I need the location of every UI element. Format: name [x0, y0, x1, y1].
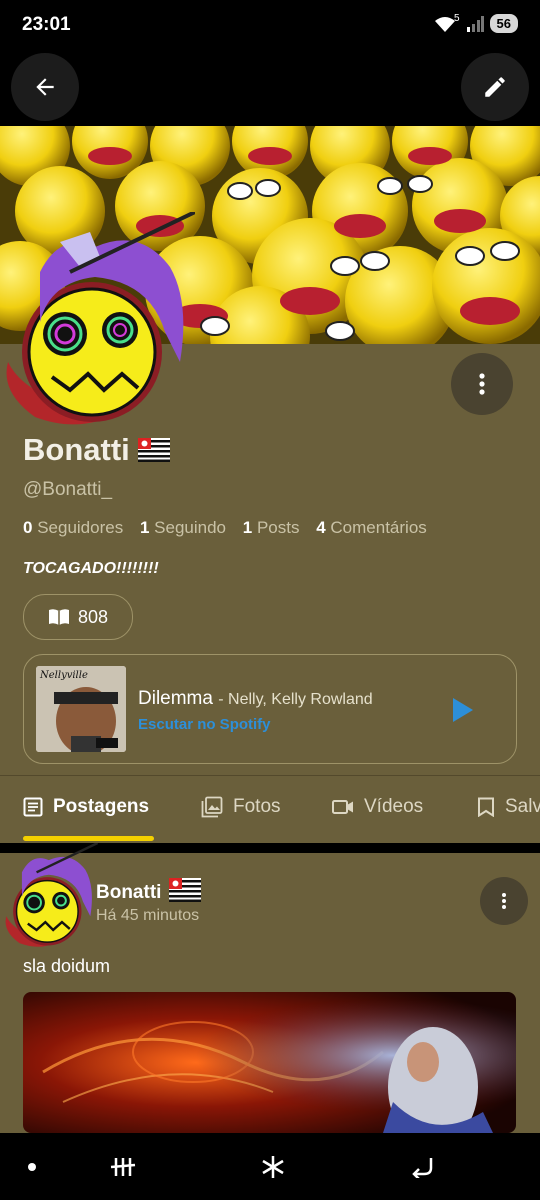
song-title: Dilemma	[138, 688, 213, 709]
reading-count-pill[interactable]: 808	[23, 594, 133, 640]
song-artist: - Nelly, Kelly Rowland	[218, 691, 373, 708]
profile-handle: @Bonatti_	[23, 479, 113, 500]
tab-posts-label: Postagens	[53, 796, 150, 817]
post-text: sla doidum	[23, 956, 111, 976]
active-tab-indicator	[23, 836, 154, 841]
post-author-name-text: Bonatti	[96, 882, 162, 904]
wifi-icon	[434, 16, 455, 32]
post-image	[23, 992, 516, 1133]
nav-home-button[interactable]	[12, 1133, 52, 1200]
nav-assistant-button[interactable]	[250, 1133, 296, 1200]
post-author-avatar[interactable]	[0, 841, 100, 948]
back-button[interactable]	[11, 53, 79, 121]
following-stat[interactable]: 1 Seguindo	[140, 518, 226, 537]
profile-more-button[interactable]	[451, 353, 513, 415]
profile-avatar[interactable]	[0, 210, 196, 427]
signal-icon	[466, 15, 484, 32]
bookmark-icon	[478, 797, 494, 817]
profile-stats: 0 Seguidores 1 Seguindo 1 Posts 4 Coment…	[23, 518, 439, 538]
album-title: Nellyville	[40, 670, 88, 681]
tab-videos[interactable]: Vídeos	[332, 796, 423, 818]
followers-stat[interactable]: 0 Seguidores	[23, 518, 123, 537]
tab-photos[interactable]: Fotos	[201, 796, 281, 818]
battery-indicator: 56	[489, 14, 518, 33]
tab-photos-label: Fotos	[233, 796, 281, 817]
profile-bio: TOCAGADO!!!!!!!!	[23, 560, 159, 577]
listen-on-spotify-link[interactable]: Escutar no Spotify	[138, 716, 271, 733]
back-arrow-icon	[412, 1157, 433, 1178]
sao-paulo-flag-icon	[169, 878, 202, 908]
more-vertical-icon	[479, 373, 485, 395]
profile-name: Bonatti	[23, 432, 170, 470]
status-time: 23:01	[22, 14, 71, 35]
video-icon	[332, 800, 353, 814]
edit-button[interactable]	[461, 53, 529, 121]
dot-icon	[28, 1162, 36, 1171]
top-bar	[0, 48, 540, 126]
more-vertical-icon	[502, 893, 506, 909]
article-icon	[23, 797, 43, 817]
network-indicator: 5	[453, 13, 460, 24]
song-info: Dilemma - Nelly, Kelly Rowland	[138, 688, 373, 710]
system-nav-bar	[0, 1133, 540, 1200]
book-open-icon	[48, 609, 69, 625]
play-icon[interactable]	[451, 697, 475, 723]
posts-stat[interactable]: 1 Posts	[243, 518, 300, 537]
image-icon	[201, 796, 223, 818]
avatar-image	[6, 210, 196, 425]
post-more-button[interactable]	[480, 877, 528, 925]
tab-saved[interactable]: Salvos	[477, 796, 540, 818]
profile-name-text: Bonatti	[23, 432, 130, 467]
spotify-card[interactable]: Nellyville Dilemma - Nelly, Kelly Rowlan…	[23, 654, 517, 764]
tab-saved-label: Salvos	[505, 796, 540, 817]
nav-recents-button[interactable]	[100, 1133, 146, 1200]
recents-icon	[110, 1157, 136, 1176]
status-bar: 23:01 5 56	[0, 0, 540, 48]
album-cover: Nellyville	[36, 666, 126, 752]
tab-posts[interactable]: Postagens	[23, 796, 149, 818]
post-author-name[interactable]: Bonatti	[96, 878, 202, 908]
nav-back-button[interactable]	[400, 1133, 446, 1200]
comments-stat[interactable]: 4 Comentários	[316, 518, 427, 537]
post-media[interactable]	[23, 992, 516, 1133]
arrow-left-icon	[36, 78, 54, 96]
sao-paulo-flag-icon	[137, 434, 170, 470]
status-icons: 5 56	[434, 13, 518, 33]
pencil-icon	[485, 77, 505, 97]
post-timestamp: Há 45 minutos	[96, 907, 200, 924]
profile-tabs: Postagens Fotos Vídeos Salvos	[0, 776, 540, 842]
asterisk-icon	[262, 1155, 284, 1178]
reading-count: 808	[77, 606, 109, 627]
tab-videos-label: Vídeos	[364, 796, 424, 817]
